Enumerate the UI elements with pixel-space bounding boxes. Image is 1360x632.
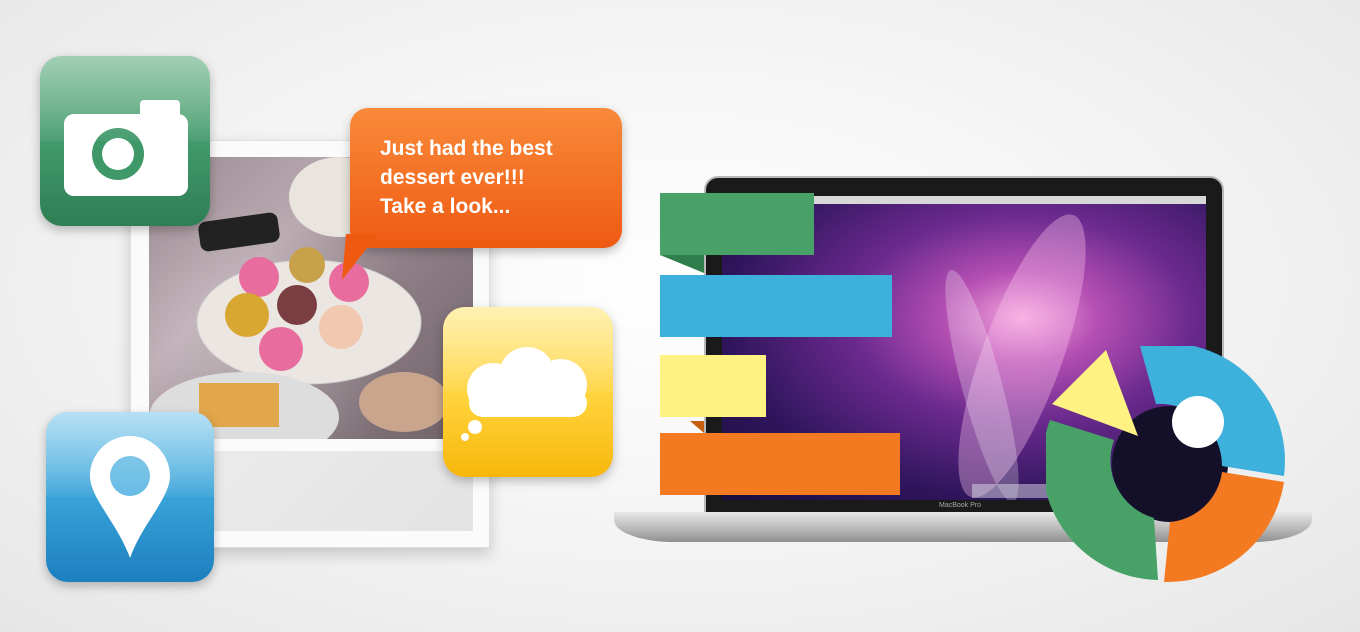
green-ribbon-fold [660,255,704,273]
weather-app-tile[interactable] [443,307,613,477]
bubble-line-3: Take a look... [380,195,511,218]
bubble-line-2: dessert ever!!! [380,166,525,189]
yellow-ring-segment [1052,350,1138,436]
green-ribbon-bar [660,193,814,255]
camera-app-tile[interactable] [40,56,210,226]
bubble-message: Just had the best dessert ever!!! Take a… [380,134,610,221]
bubble-tail [342,234,378,280]
blue-ribbon-bar [660,275,892,337]
thought-cloud-icon [461,347,587,441]
ring-center-dot [1172,396,1224,448]
donut-ring-graphic [1046,346,1285,583]
speech-bubble: Just had the best dessert ever!!! Take a… [350,108,622,248]
camera-icon [64,100,188,196]
orange-ribbon-bar [660,433,900,495]
bubble-line-1: Just had the best [380,137,553,160]
ribbon-bars-graphic [660,193,900,495]
laptop-brand-label: MacBook Pro [938,502,982,509]
yellow-ribbon-bar [660,355,766,417]
orange-ribbon-fold [690,421,704,433]
location-app-tile[interactable] [46,412,214,582]
map-pin-icon [90,436,170,558]
